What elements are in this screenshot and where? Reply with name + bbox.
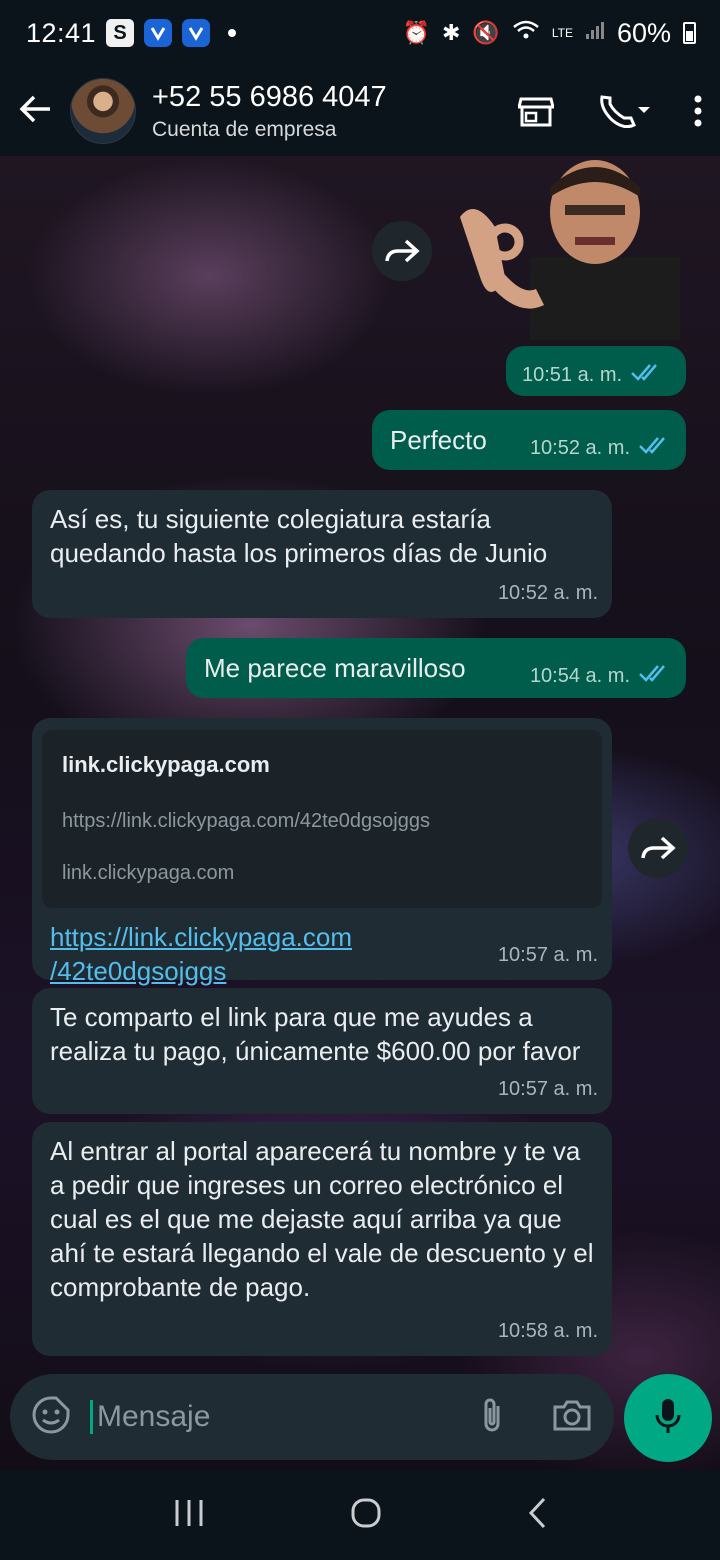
back-arrow-icon[interactable] <box>18 89 62 134</box>
status-bar: 12:41 S ⏰ ✱ 🔇 LTE 60% <box>0 0 720 66</box>
message-time: 10:57 a. m. <box>497 1078 598 1100</box>
forward-button[interactable] <box>372 221 432 281</box>
battery-icon <box>683 22 696 44</box>
message-time: 10:54 a. m. <box>529 665 630 687</box>
message-input-bar[interactable]: Mensaje <box>10 1374 614 1460</box>
read-receipt-icon <box>638 659 668 693</box>
message-text: Te comparto el link para que me ayudes a… <box>50 1002 581 1066</box>
sticker-timestamp: 10:51 a. m. <box>506 346 686 396</box>
message-time: 10:52 a. m. <box>497 582 598 604</box>
link-preview-title: link.clickypaga.com <box>62 752 270 777</box>
s-app-icon: S <box>106 19 135 47</box>
system-navigation-bar <box>0 1470 720 1560</box>
store-icon[interactable] <box>518 95 554 127</box>
wifi-icon <box>512 19 540 47</box>
attach-icon[interactable] <box>480 1396 504 1439</box>
message-text: Perfecto <box>390 425 487 455</box>
signal-icon <box>585 20 605 46</box>
more-options-icon[interactable] <box>694 95 702 127</box>
incoming-link-message[interactable]: link.clickypaga.com https://link.clickyp… <box>32 718 612 986</box>
message-text: Al entrar al portal aparecerá tu nombre … <box>50 1136 594 1302</box>
incoming-message[interactable]: Te comparto el link para que me ayudes a… <box>32 988 612 1114</box>
battery-percentage: 60% <box>616 17 671 48</box>
link-preview-card[interactable]: link.clickypaga.com https://link.clickyp… <box>42 730 602 908</box>
message-time: 10:57 a. m. <box>497 944 598 966</box>
message-text: Me parece maravilloso <box>204 653 466 683</box>
alarm-icon: ⏰ <box>402 20 430 45</box>
contact-name: +52 55 6986 4047 <box>152 80 387 113</box>
incoming-message[interactable]: Al entrar al portal aparecerá tu nombre … <box>32 1122 612 1356</box>
bluetooth-icon: ✱ <box>441 20 461 45</box>
link-preview-url: https://link.clickypaga.com/42te0dgsojgg… <box>62 810 430 832</box>
forward-button[interactable] <box>628 818 688 878</box>
sticker-image[interactable] <box>450 157 686 340</box>
message-input[interactable]: Mensaje <box>90 1400 210 1434</box>
message-time: 10:58 a. m. <box>497 1320 598 1342</box>
message-time: 10:51 a. m. <box>522 364 623 386</box>
microphone-icon <box>655 1397 681 1440</box>
camera-icon[interactable] <box>552 1398 592 1437</box>
link-preview-domain: link.clickypaga.com <box>62 862 235 884</box>
message-time: 10:52 a. m. <box>529 437 630 459</box>
status-time: 12:41 <box>26 17 97 48</box>
notification-dot-icon <box>228 29 237 37</box>
vpn-app-icon <box>144 19 173 47</box>
mute-icon: 🔇 <box>472 20 500 45</box>
incoming-message[interactable]: Así es, tu siguiente colegiatura estaría… <box>32 490 612 618</box>
outgoing-message[interactable]: Perfecto 10:52 a. m. <box>372 410 686 470</box>
message-text: Así es, tu siguiente colegiatura estaría… <box>50 504 548 568</box>
chat-header: +52 55 6986 4047 Cuenta de empresa <box>0 66 720 156</box>
sticker-icon[interactable] <box>32 1396 70 1439</box>
contact-info[interactable]: +52 55 6986 4047 Cuenta de empresa <box>152 81 387 142</box>
call-icon[interactable] <box>598 94 650 128</box>
contact-subtitle: Cuenta de empresa <box>152 117 337 141</box>
read-receipt-icon <box>630 358 660 392</box>
outgoing-message[interactable]: Me parece maravilloso 10:54 a. m. <box>186 638 686 698</box>
read-receipt-icon <box>638 431 668 465</box>
recent-apps-icon[interactable] <box>173 1498 205 1533</box>
home-icon[interactable] <box>351 1498 381 1533</box>
mic-button[interactable] <box>624 1374 712 1462</box>
nav-back-icon[interactable] <box>527 1497 547 1534</box>
vpn-app-icon-2 <box>182 19 211 47</box>
network-type-label: LTE <box>551 26 573 40</box>
avatar[interactable] <box>70 78 136 144</box>
